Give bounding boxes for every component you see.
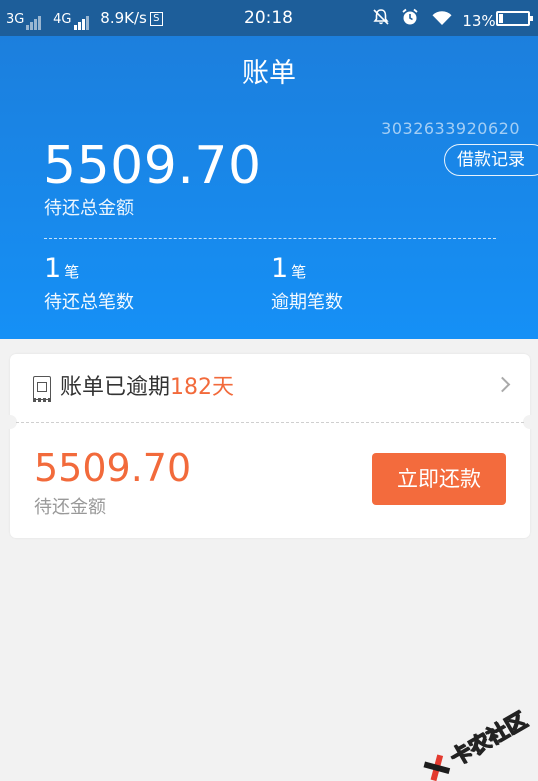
status-bar: 3G 4G 8.9K/s S 20:18 13% xyxy=(0,0,538,36)
due-amount-label: 待还金额 xyxy=(34,497,106,518)
dashed-divider xyxy=(44,238,496,239)
stat-value: 1 xyxy=(271,253,289,284)
watermark-text: 卡农社区 xyxy=(446,707,532,771)
battery-icon xyxy=(496,11,533,26)
signal-3g-icon xyxy=(26,10,42,30)
overdue-status: 账单已逾期182天 xyxy=(60,372,234,404)
wifi-icon xyxy=(432,11,457,30)
account-id: 3032633920620 xyxy=(381,119,520,138)
watermark: 卡农社区 xyxy=(417,704,532,781)
stat-unit: 笔 xyxy=(291,263,307,281)
status-icons: 13% xyxy=(372,8,496,31)
stat-pending-count: 1笔 待还总笔数 xyxy=(44,252,134,314)
stat-unit: 笔 xyxy=(64,263,80,281)
clock: 20:18 xyxy=(244,8,293,28)
loan-record-button[interactable]: 借款记录 xyxy=(444,144,538,176)
network-indicators: 3G 4G 8.9K/s S xyxy=(6,8,163,30)
bill-card: 账单已逾期182天 5509.70 待还金额 立即还款 xyxy=(3,354,537,538)
mute-bell-icon xyxy=(372,9,395,30)
card-notch-left xyxy=(3,415,17,429)
network-speed: 8.9K/s xyxy=(100,9,147,27)
bill-icon xyxy=(33,376,51,402)
s-badge-icon: S xyxy=(149,11,163,26)
repay-now-button[interactable]: 立即还款 xyxy=(372,453,506,505)
card-notch-right xyxy=(523,415,537,429)
stat-label: 逾期笔数 xyxy=(271,292,343,313)
card-dashed-separator xyxy=(16,422,524,423)
chevron-right-icon[interactable] xyxy=(494,376,511,393)
stat-label: 待还总笔数 xyxy=(44,292,134,313)
page-title: 账单 xyxy=(242,58,296,89)
alarm-clock-icon xyxy=(401,8,424,30)
overdue-days: 182天 xyxy=(170,375,235,400)
signal-4g-icon xyxy=(73,10,90,30)
total-outstanding-label: 待还总金额 xyxy=(44,198,134,219)
due-amount: 5509.70 xyxy=(34,446,192,490)
stat-value: 1 xyxy=(44,253,62,284)
battery-level xyxy=(499,14,503,23)
network-4g-label: 4G xyxy=(53,12,72,27)
battery-percent: 13% xyxy=(462,12,496,30)
network-3g-label: 3G xyxy=(6,12,25,27)
overdue-row[interactable]: 账单已逾期182天 xyxy=(10,354,530,422)
total-outstanding-amount: 5509.70 xyxy=(43,136,262,196)
overdue-prefix: 账单已逾期 xyxy=(60,375,171,400)
bill-summary-header: 账单 3032633920620 借款记录 5509.70 待还总金额 1笔 待… xyxy=(0,36,538,339)
stat-overdue-count: 1笔 逾期笔数 xyxy=(271,252,343,314)
